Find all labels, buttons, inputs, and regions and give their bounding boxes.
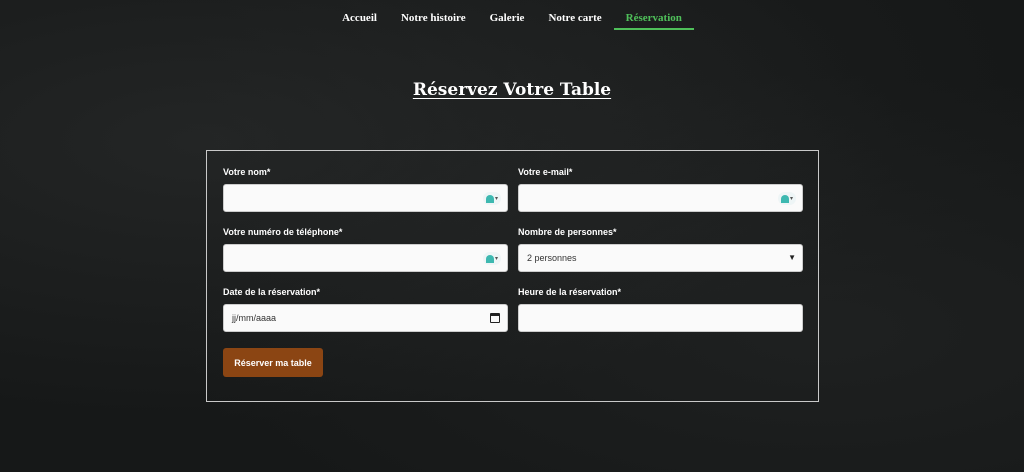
- guests-label: Nombre de personnes*: [518, 227, 617, 237]
- reservation-form: Votre nom* ▾ Votre e-mail* ▾ Votre numér…: [206, 150, 819, 402]
- date-field-group: Date de la réservation* jj/mm/aaaa: [223, 287, 508, 332]
- nav-item-galerie[interactable]: Galerie: [478, 0, 537, 32]
- autofill-icon[interactable]: ▾: [483, 192, 501, 205]
- time-input[interactable]: [518, 304, 803, 332]
- phone-input[interactable]: ▾: [223, 244, 508, 272]
- date-label: Date de la réservation*: [223, 287, 321, 297]
- name-label: Votre nom*: [223, 167, 271, 177]
- nav-item-notre-histoire[interactable]: Notre histoire: [389, 0, 478, 32]
- reserve-button[interactable]: Réserver ma table: [223, 348, 323, 377]
- main-nav: Accueil Notre histoire Galerie Notre car…: [0, 0, 1024, 32]
- autofill-icon[interactable]: ▾: [778, 192, 796, 205]
- nav-item-accueil[interactable]: Accueil: [330, 0, 389, 32]
- email-field-group: Votre e-mail* ▾: [518, 167, 803, 212]
- guests-select[interactable]: 2 personnes ▼: [518, 244, 803, 272]
- guests-value: 2 personnes: [527, 253, 577, 263]
- nav-item-notre-carte[interactable]: Notre carte: [536, 0, 613, 32]
- email-input[interactable]: ▾: [518, 184, 803, 212]
- name-input[interactable]: ▾: [223, 184, 508, 212]
- time-field-group: Heure de la réservation*: [518, 287, 803, 332]
- guests-field-group: Nombre de personnes* 2 personnes ▼: [518, 227, 803, 272]
- date-placeholder: jj/mm/aaaa: [232, 313, 277, 323]
- calendar-icon[interactable]: [490, 313, 500, 323]
- name-field-group: Votre nom* ▾: [223, 167, 508, 212]
- phone-label: Votre numéro de téléphone*: [223, 227, 343, 237]
- nav-item-reservation[interactable]: Réservation: [613, 0, 695, 32]
- phone-field-group: Votre numéro de téléphone* ▾: [223, 227, 508, 272]
- page-title: Réservez Votre Table: [412, 80, 612, 100]
- email-label: Votre e-mail*: [518, 167, 573, 177]
- time-label: Heure de la réservation*: [518, 287, 622, 297]
- autofill-icon[interactable]: ▾: [483, 252, 501, 265]
- chevron-down-icon: ▼: [788, 253, 796, 262]
- date-input[interactable]: jj/mm/aaaa: [223, 304, 508, 332]
